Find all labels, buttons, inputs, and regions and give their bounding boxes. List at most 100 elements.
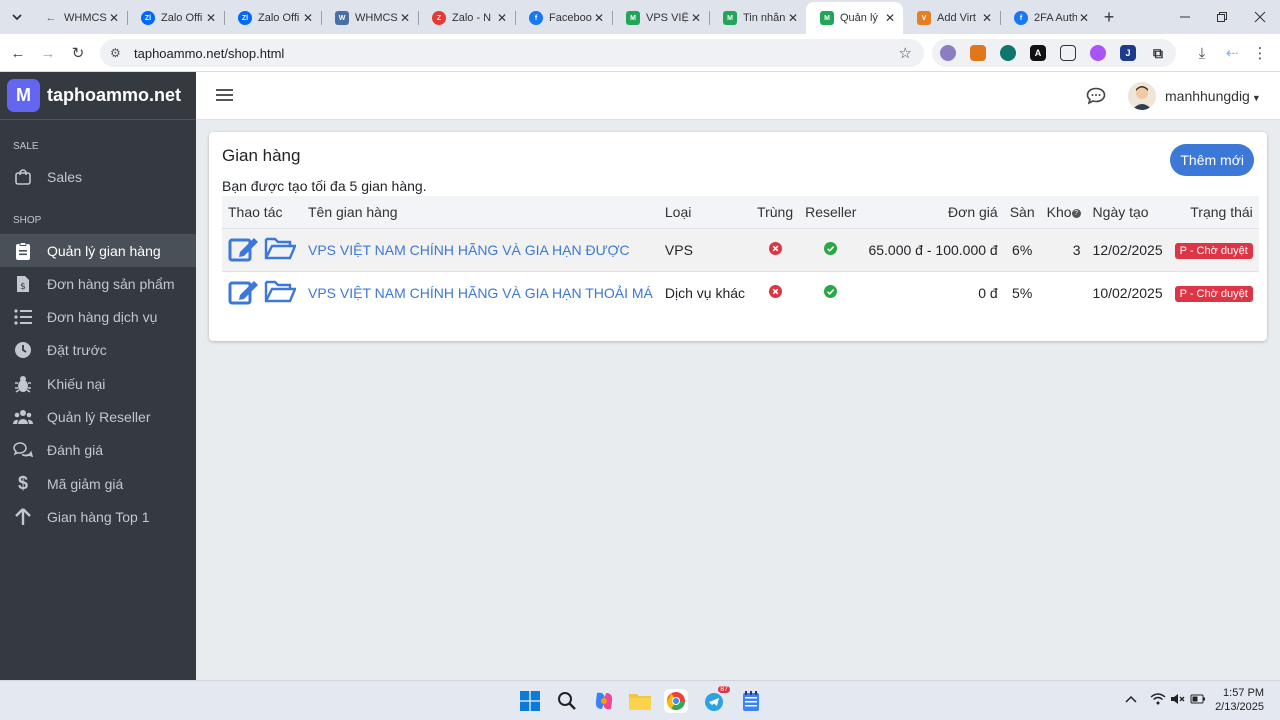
sidebar-item-label: Đơn hàng dịch vụ (47, 308, 158, 325)
browser-tab[interactable]: Z Zalo - N ✕ (418, 4, 515, 32)
extension-icon[interactable] (1000, 45, 1016, 61)
close-icon[interactable]: ✕ (786, 11, 800, 25)
profile-button[interactable]: ⇠ (1222, 43, 1242, 63)
address-bar[interactable]: ⚙ taphoammo.net/shop.html ☆ (100, 39, 924, 67)
folder-open-icon[interactable] (264, 235, 297, 264)
shop-name-link[interactable]: VPS VIỆT NAM CHÍNH HÃNG VÀ GIA HẠN ĐƯỢC (302, 227, 659, 271)
forward-button[interactable]: → (38, 43, 58, 63)
extension-icon[interactable] (940, 45, 956, 61)
status-badge: P - Chờ duyệt (1174, 285, 1253, 302)
close-icon[interactable]: ✕ (398, 11, 412, 25)
status-cell: P - Chờ duyệt (1168, 270, 1259, 314)
browser-menu-button[interactable]: ⋮ (1250, 43, 1270, 63)
hamburger-menu-icon[interactable] (216, 87, 234, 105)
sidebar-item-service-orders[interactable]: Đơn hàng dịch vụ (0, 300, 196, 333)
sidebar-item-sales[interactable]: Sales (0, 160, 196, 193)
sidebar: M taphoammo.net SALE Sales SHOP Quản lý … (0, 72, 196, 680)
duplicate-status (751, 227, 800, 271)
puzzle-icon[interactable]: ⧉ (1150, 45, 1166, 61)
close-icon[interactable]: ✕ (107, 11, 121, 25)
sidebar-item-complaints[interactable]: Khiếu nại (0, 367, 196, 400)
username-text: manhhungdig (1165, 88, 1250, 104)
sidebar-item-label: Khiếu nại (47, 375, 106, 392)
col-price: Đơn giá (862, 196, 1004, 228)
chrome-icon[interactable] (664, 689, 688, 713)
folder-open-icon[interactable] (264, 278, 297, 307)
restore-button[interactable] (1212, 7, 1232, 27)
browser-tab[interactable]: f Faceboo ✕ (515, 4, 612, 32)
search-icon[interactable] (555, 689, 579, 713)
window-close-button[interactable] (1250, 7, 1270, 27)
close-icon[interactable]: ✕ (301, 11, 315, 25)
clipboard-icon (13, 241, 33, 261)
messages-icon[interactable] (1086, 87, 1106, 110)
restore-icon (1217, 12, 1227, 22)
screen-icon[interactable] (1060, 45, 1076, 61)
sidebar-item-reseller[interactable]: Quản lý Reseller (0, 400, 196, 433)
browser-tab[interactable]: W WHMCS ✕ (321, 4, 418, 32)
edit-icon[interactable] (228, 277, 260, 308)
metamask-icon[interactable] (970, 45, 986, 61)
extension-a-icon[interactable]: A (1030, 45, 1046, 61)
chevron-up-icon[interactable] (1125, 693, 1137, 707)
sidebar-item-coupons[interactable]: $ Mã giảm giá (0, 467, 196, 500)
avatar[interactable] (1128, 82, 1156, 110)
shop-name-text[interactable]: VPS VIỆT NAM CHÍNH HÃNG VÀ GIA HẠN THOẢI… (308, 285, 653, 301)
extension-icon[interactable] (1090, 45, 1106, 61)
minimize-button[interactable] (1175, 7, 1195, 27)
windows-start-icon[interactable] (518, 689, 542, 713)
browser-tab[interactable]: f 2FA Auth ✕ (1000, 4, 1097, 32)
bug-icon (13, 374, 33, 394)
user-menu[interactable]: manhhungdig ▼ (1165, 88, 1261, 104)
extension-j-icon[interactable]: J (1120, 45, 1136, 61)
close-icon[interactable]: ✕ (204, 11, 218, 25)
created-date: 10/02/2025 (1086, 270, 1169, 314)
notepad-icon[interactable] (739, 689, 763, 713)
notification-badge: 87 (718, 686, 730, 693)
edit-icon[interactable] (228, 234, 260, 265)
new-tab-button[interactable]: + (1099, 7, 1119, 27)
close-icon[interactable]: ✕ (495, 11, 509, 25)
battery-icon[interactable] (1190, 693, 1206, 708)
bookmark-star-icon[interactable]: ☆ (899, 44, 912, 62)
close-icon[interactable]: ✕ (592, 11, 606, 25)
shop-name-text[interactable]: VPS VIỆT NAM CHÍNH HÃNG VÀ GIA HẠN ĐƯỢC (308, 242, 630, 258)
wifi-icon[interactable] (1150, 693, 1166, 708)
browser-tab[interactable]: Zl Zalo Offi ✕ (224, 4, 321, 32)
sidebar-item-product-orders[interactable]: $ Đơn hàng sản phẩm (0, 267, 196, 300)
close-icon[interactable]: ✕ (689, 11, 703, 25)
system-clock[interactable]: 1:57 PM 2/13/2025 (1215, 686, 1264, 714)
close-icon[interactable]: ✕ (883, 11, 897, 25)
copilot-icon[interactable] (592, 689, 616, 713)
add-new-button[interactable]: Thêm mới (1170, 144, 1254, 176)
sidebar-item-preorder[interactable]: Đặt trước (0, 333, 196, 366)
telegram-icon[interactable]: 87 (702, 686, 730, 713)
file-explorer-icon[interactable] (628, 689, 652, 713)
speaker-muted-icon[interactable] (1170, 693, 1186, 708)
site-info-icon[interactable]: ⚙ (110, 46, 126, 60)
sidebar-item-reviews[interactable]: Đánh giá (0, 433, 196, 466)
col-actions: Thao tác (222, 196, 302, 228)
downloads-button[interactable]: ⤓ (1192, 43, 1212, 63)
browser-tab[interactable]: M Tin nhắn ✕ (709, 4, 806, 32)
browser-tab[interactable]: Zl Zalo Offi ✕ (127, 4, 224, 32)
arrow-left-icon: ← (10, 44, 26, 62)
sidebar-item-top-shop[interactable]: Gian hàng Top 1 (0, 500, 196, 533)
browser-tab-active[interactable]: M Quản lý ✕ (806, 2, 903, 34)
close-icon[interactable]: ✕ (1077, 11, 1091, 25)
url-text[interactable]: taphoammo.net/shop.html (134, 46, 284, 61)
brand[interactable]: M taphoammo.net (0, 72, 196, 120)
fee: 5% (1003, 270, 1041, 314)
shop-name-link[interactable]: VPS VIỆT NAM CHÍNH HÃNG VÀ GIA HẠN THOẢI… (302, 270, 659, 314)
close-icon[interactable]: ✕ (980, 11, 994, 25)
browser-tab[interactable]: ← WHMCS ✕ (30, 4, 127, 32)
reload-button[interactable]: ↻ (68, 43, 88, 63)
help-icon[interactable]: ? (1071, 208, 1081, 218)
brand-logo: M (7, 79, 40, 112)
col-status: Trạng thái (1168, 196, 1259, 228)
sidebar-item-shop-management[interactable]: Quản lý gian hàng (0, 234, 196, 267)
back-button[interactable]: ← (8, 43, 28, 63)
browser-tab[interactable]: V Add Virt ✕ (903, 4, 1000, 32)
browser-tab[interactable]: M VPS VIỆT ✕ (612, 4, 709, 32)
tab-search-button[interactable] (7, 7, 27, 27)
